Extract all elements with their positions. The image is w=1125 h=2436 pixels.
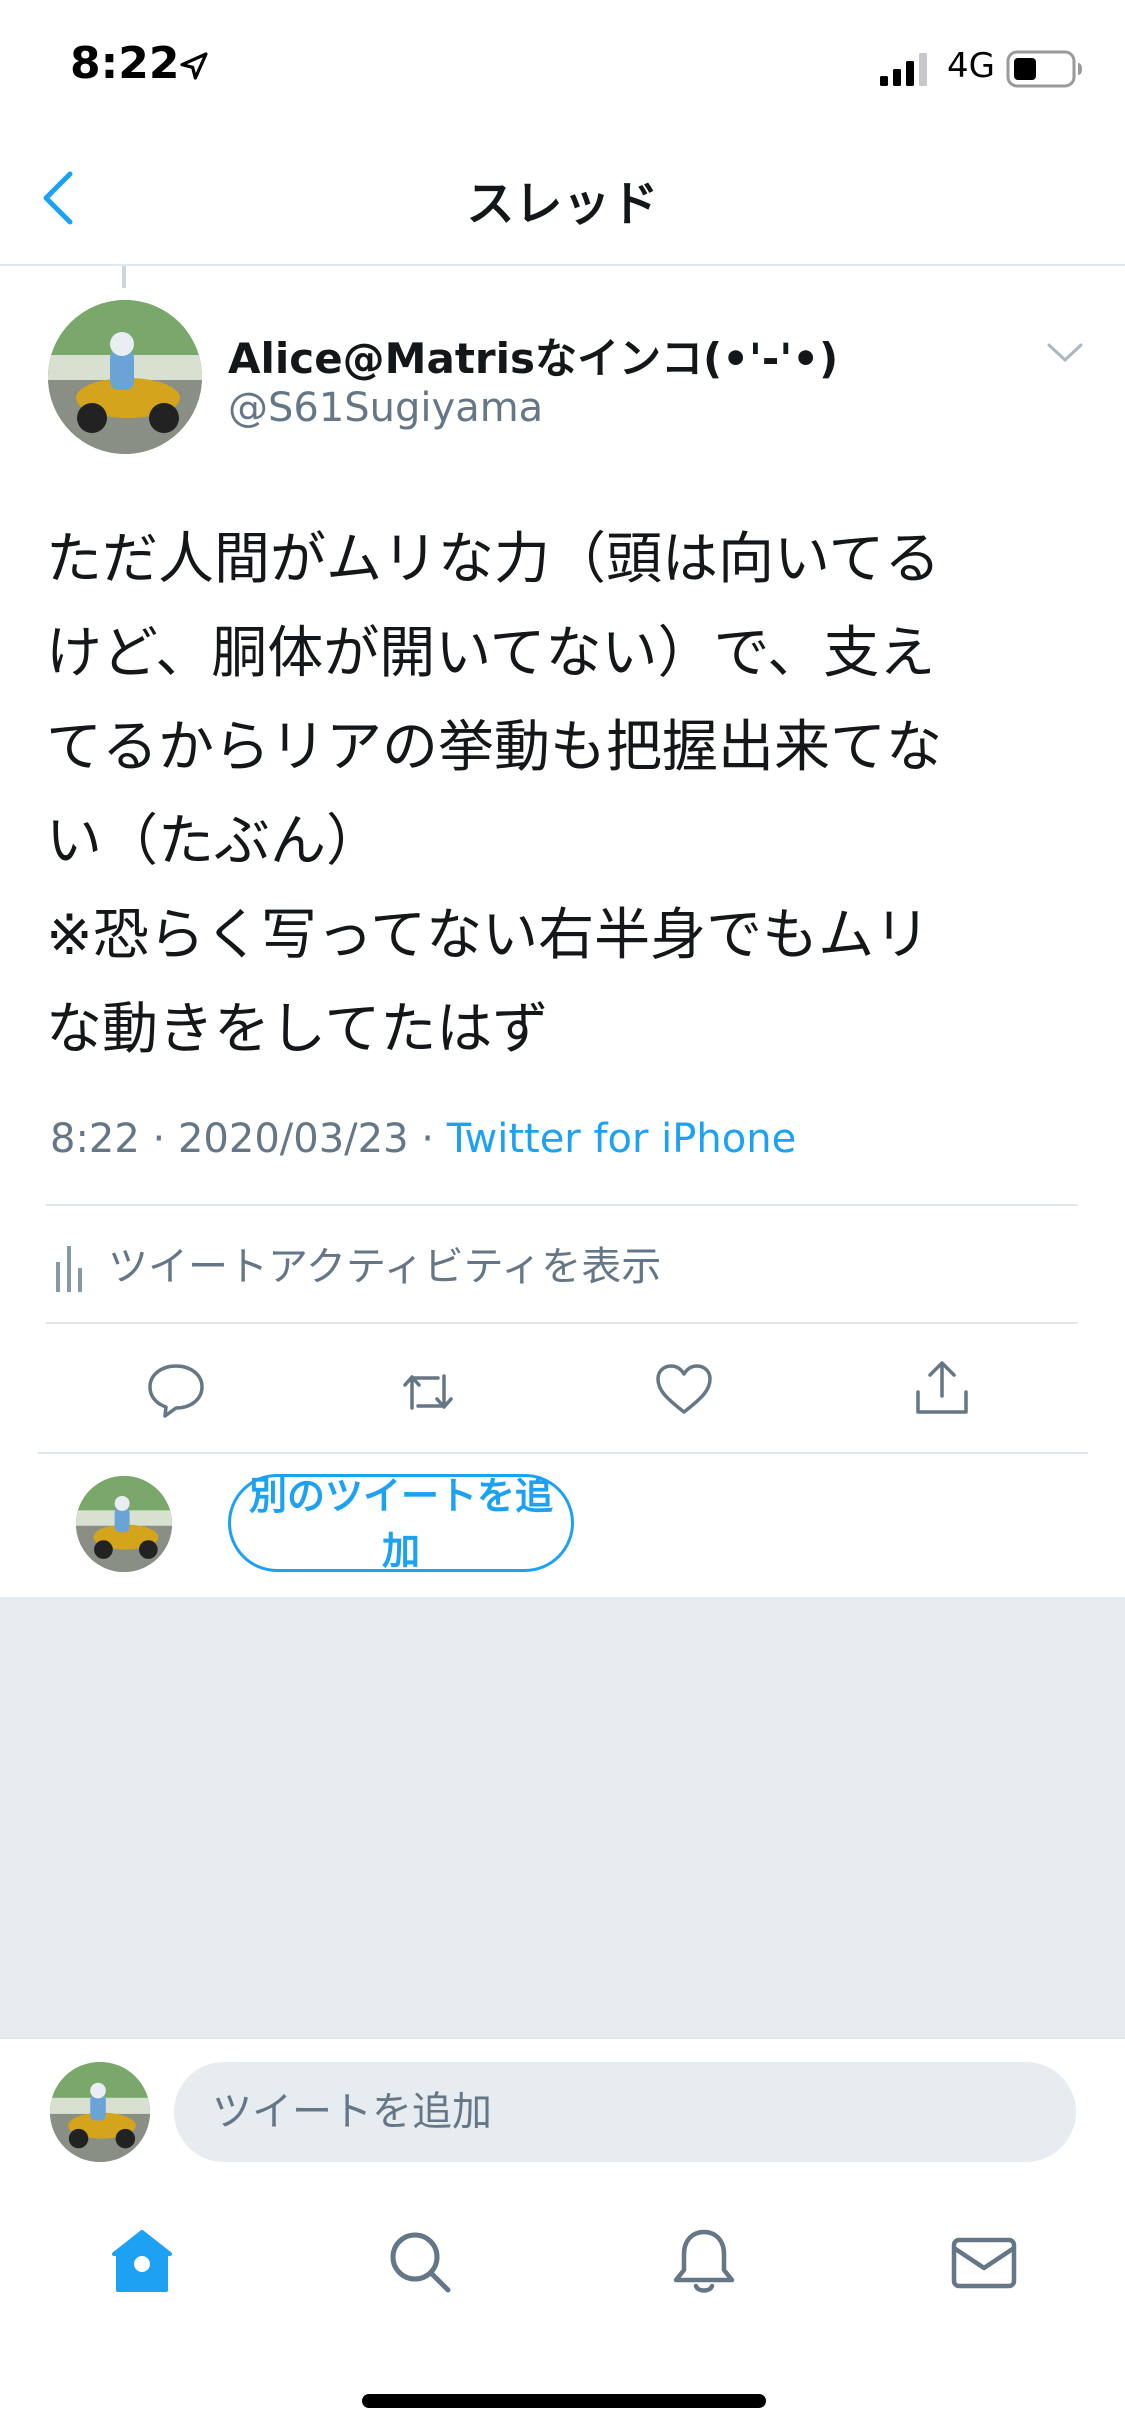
nav-divider xyxy=(0,264,1125,266)
network-type: 4G xyxy=(947,46,995,86)
status-time: 8:22 xyxy=(70,38,180,89)
user-avatar xyxy=(76,1476,172,1572)
thread-connector-line xyxy=(122,266,126,288)
tweet-activity-link[interactable]: ツイートアクティビティを表示 xyxy=(108,1234,661,1292)
search-icon[interactable] xyxy=(384,2226,456,2298)
heart-icon[interactable] xyxy=(654,1360,714,1420)
home-icon[interactable] xyxy=(106,2226,178,2298)
chevron-down-icon[interactable] xyxy=(1045,340,1085,366)
author-display-name[interactable]: Alice@Matrisなインコ(•'-'•) xyxy=(228,325,838,386)
location-arrow-icon xyxy=(180,52,208,80)
page-title: スレッド xyxy=(466,176,659,232)
reply-icon[interactable] xyxy=(146,1360,206,1420)
meta-separator: · xyxy=(421,1116,434,1162)
bell-icon[interactable] xyxy=(668,2226,740,2298)
mail-icon[interactable] xyxy=(948,2228,1020,2300)
cellular-signal-icon xyxy=(880,53,927,86)
add-another-tweet-button[interactable]: 別のツイートを追加 xyxy=(228,1474,574,1573)
tweet-date: 2020/03/23 xyxy=(177,1116,409,1162)
tweet-meta: 8:22 · 2020/03/23 · Twitter for iPhone xyxy=(50,1116,796,1162)
retweet-icon[interactable] xyxy=(398,1362,458,1422)
meta-separator: · xyxy=(152,1116,166,1162)
composer-avatar xyxy=(50,2062,150,2162)
home-indicator[interactable] xyxy=(362,2394,766,2408)
tweet-source-link[interactable]: Twitter for iPhone xyxy=(447,1116,797,1162)
divider xyxy=(38,1452,1088,1454)
reply-compose-input[interactable] xyxy=(174,2062,1076,2162)
divider xyxy=(46,1322,1078,1324)
battery-icon xyxy=(1006,50,1082,88)
author-handle[interactable]: @S61Sugiyama xyxy=(228,385,543,431)
composer-divider xyxy=(0,2037,1125,2039)
tweet-time: 8:22 xyxy=(50,1116,140,1162)
empty-area xyxy=(0,1597,1125,2037)
divider xyxy=(46,1204,1078,1206)
tweet-text: ただ人間がムリな力（頭は向いてる けど、胴体が開いてない）で、支え てるからリア… xyxy=(46,527,942,1062)
share-icon[interactable] xyxy=(912,1358,972,1418)
author-avatar[interactable] xyxy=(48,300,202,454)
activity-bars-icon xyxy=(56,1246,82,1292)
